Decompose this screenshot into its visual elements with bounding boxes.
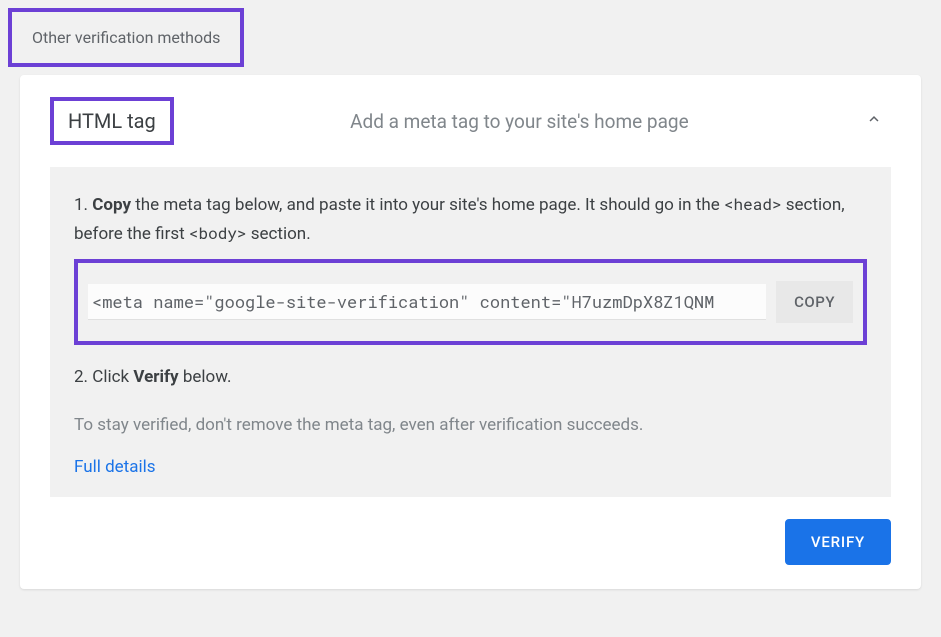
accordion-header-html-tag[interactable]: HTML tag Add a meta tag to your site's h… <box>50 87 891 163</box>
copy-button[interactable]: COPY <box>776 281 853 323</box>
meta-tag-row: COPY <box>74 259 867 345</box>
method-subtitle: Add a meta tag to your site's home page <box>174 110 865 133</box>
step1-prefix: 1. <box>74 195 92 215</box>
verification-note: To stay verified, don't remove the meta … <box>74 412 867 439</box>
verify-button[interactable]: VERIFY <box>785 519 891 565</box>
step1-code-body: <body> <box>189 223 247 244</box>
verify-row: VERIFY <box>50 519 891 565</box>
content-panel: 1. Copy the meta tag below, and paste it… <box>50 167 891 497</box>
step1-code-head: <head> <box>724 194 782 215</box>
section-header-other-methods: Other verification methods <box>8 8 244 67</box>
chevron-up-icon <box>865 110 891 132</box>
full-details-link[interactable]: Full details <box>74 457 867 477</box>
step2-suffix: below. <box>179 367 232 387</box>
verification-card: HTML tag Add a meta tag to your site's h… <box>20 75 921 589</box>
step1-text-a: the meta tag below, and paste it into yo… <box>131 195 724 215</box>
step2-prefix: 2. Click <box>74 367 133 387</box>
step1-bold: Copy <box>92 195 131 215</box>
meta-tag-input[interactable] <box>88 284 766 320</box>
step2-bold: Verify <box>133 367 178 387</box>
method-title: HTML tag <box>50 97 174 145</box>
step-1: 1. Copy the meta tag below, and paste it… <box>74 191 867 249</box>
step-2: 2. Click Verify below. <box>74 363 867 392</box>
step1-text-c: section. <box>247 224 311 244</box>
